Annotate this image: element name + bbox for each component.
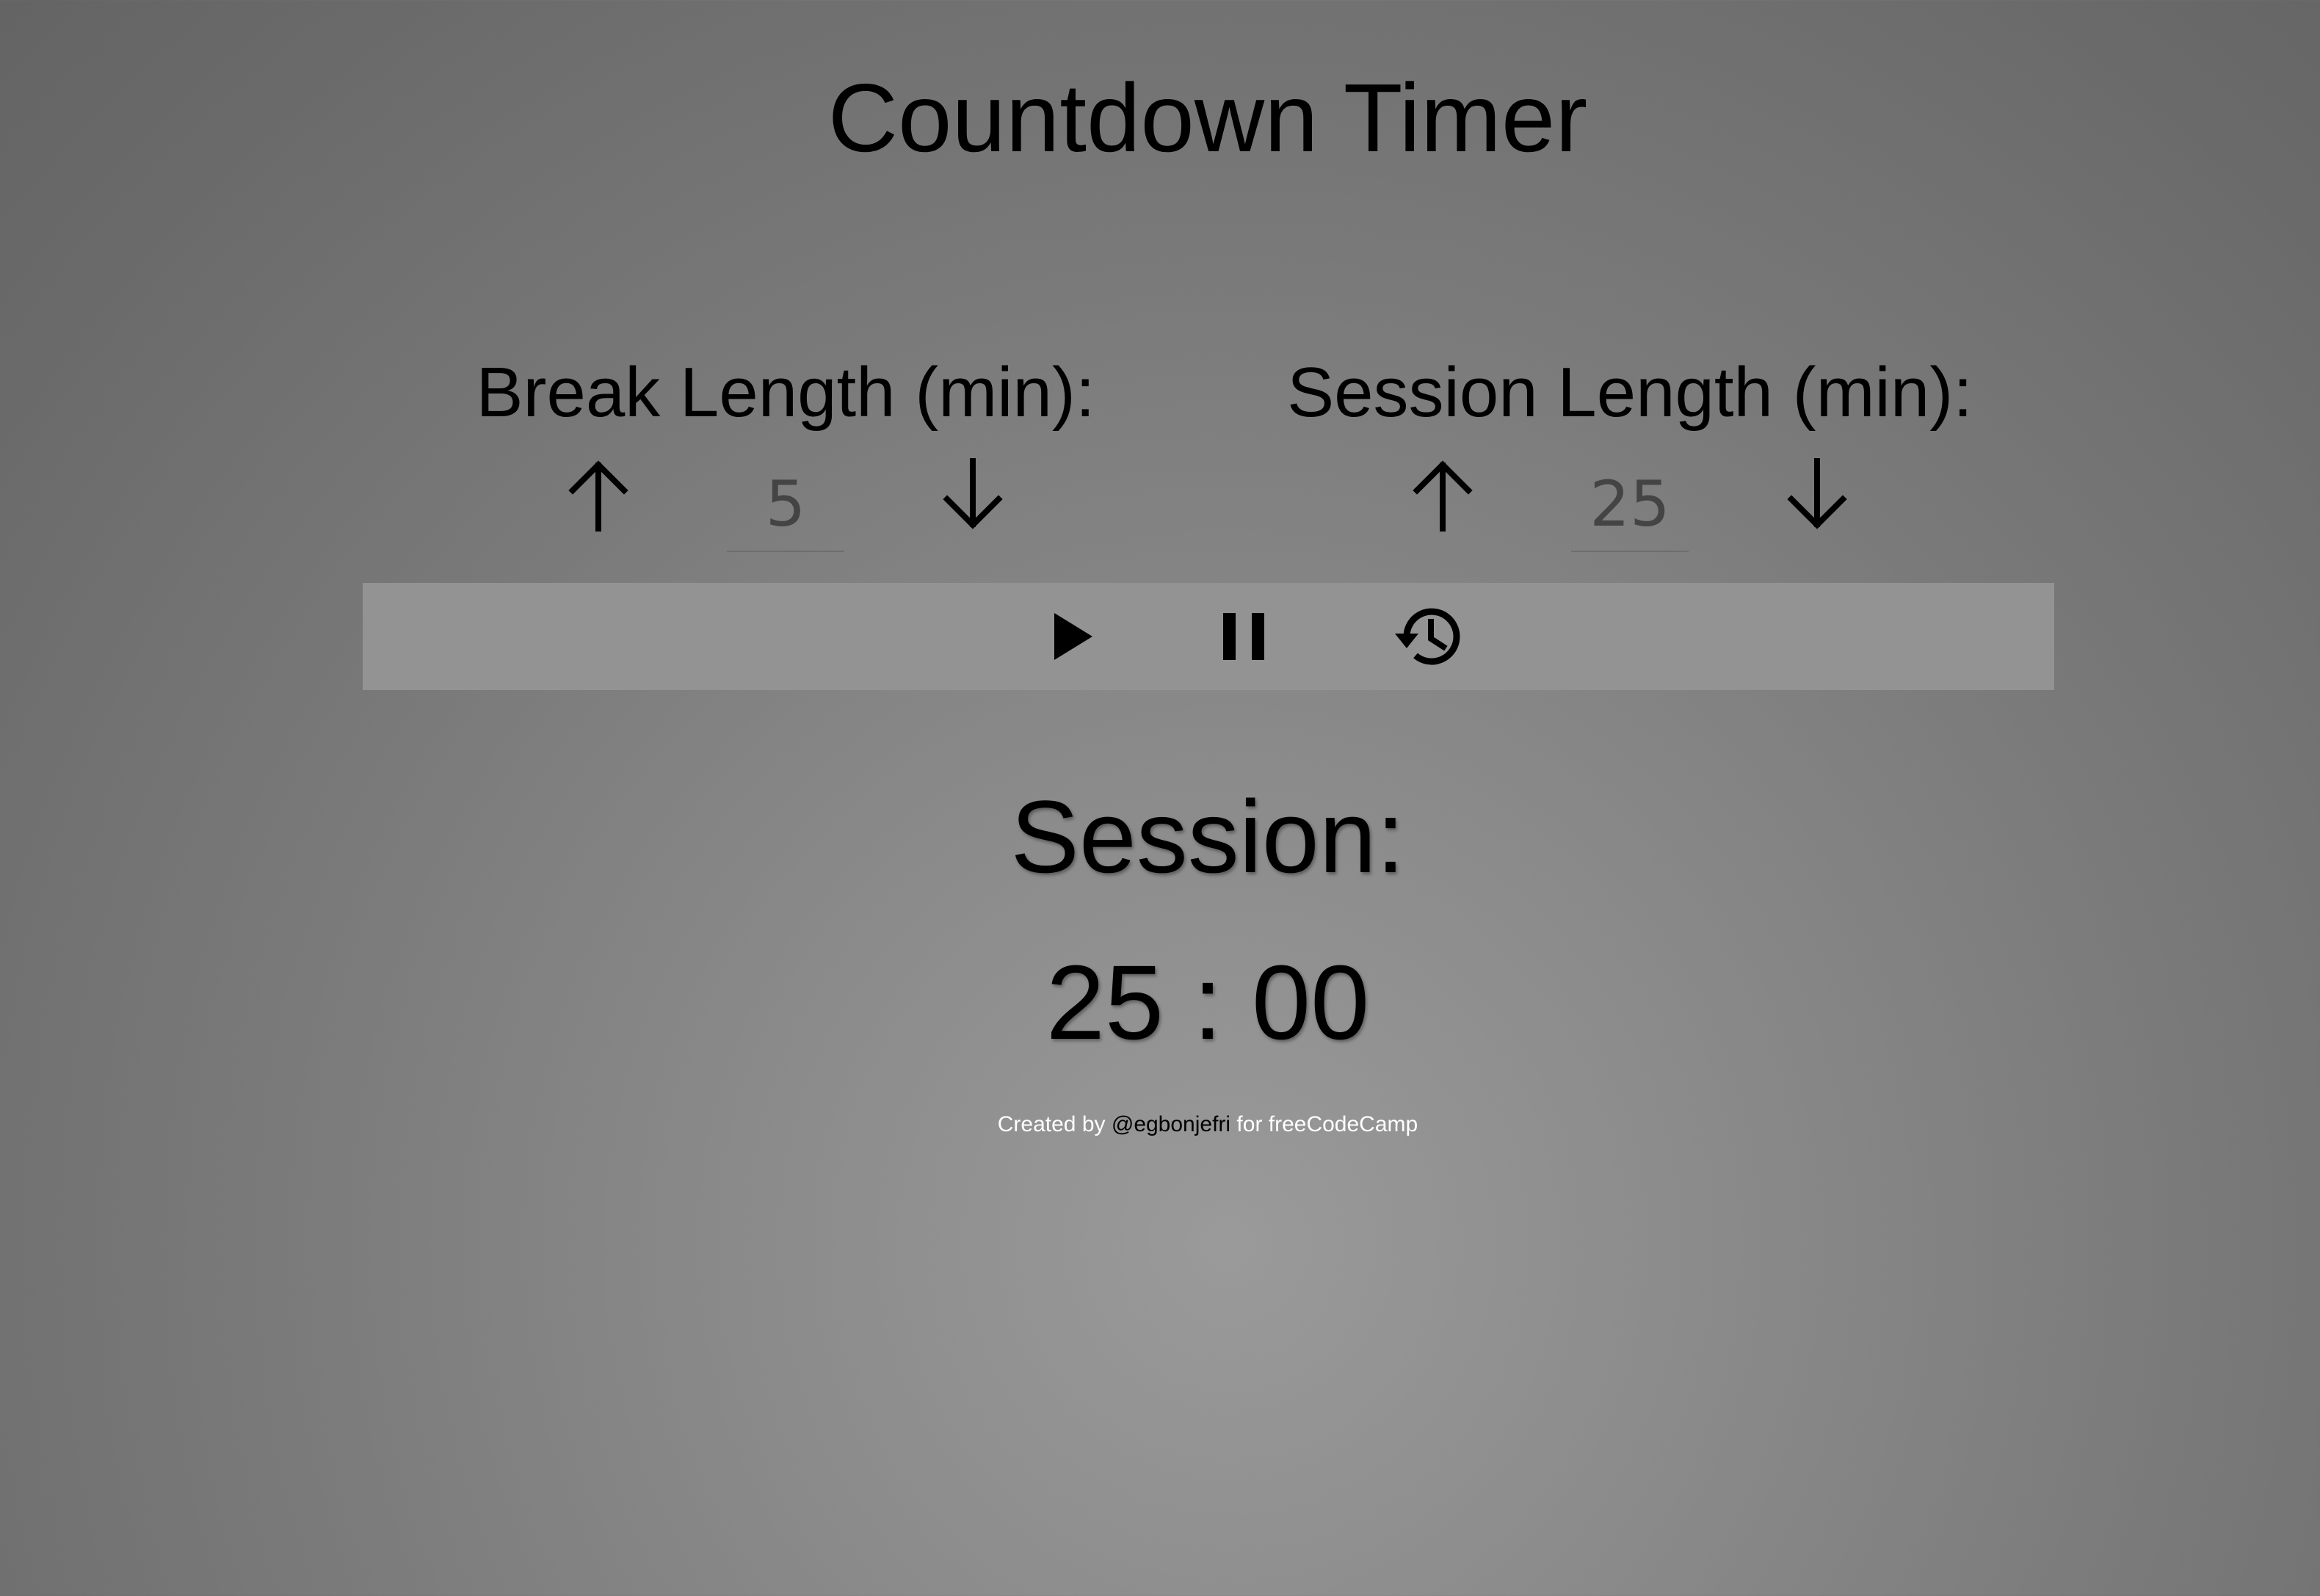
arrow-down-icon xyxy=(943,458,1003,529)
history-icon xyxy=(1395,608,1460,665)
arrow-up-icon xyxy=(568,460,628,532)
footer-suffix: for freeCodeCamp xyxy=(1236,1112,1418,1136)
session-length-control: Session Length (min): xyxy=(1263,352,1997,565)
pause-icon xyxy=(1223,613,1264,660)
timer-toolbar xyxy=(363,583,2054,690)
time-display: 25 : 00 xyxy=(1045,943,1370,1062)
break-length-control: Break Length (min): xyxy=(418,352,1153,565)
arrow-down-icon xyxy=(1787,458,1847,529)
break-increment-button[interactable] xyxy=(565,455,631,536)
page-title: Countdown Timer xyxy=(827,64,1588,172)
play-button[interactable] xyxy=(1034,600,1107,673)
timer-state-label: Session: xyxy=(1010,779,1405,894)
session-length-input[interactable] xyxy=(1571,458,1689,552)
author-link[interactable]: @egbonjefri xyxy=(1112,1112,1230,1136)
break-length-label: Break Length (min): xyxy=(476,353,1095,432)
session-length-label: Session Length (min): xyxy=(1287,353,1973,432)
break-length-input[interactable] xyxy=(727,458,844,552)
reset-button[interactable] xyxy=(1391,600,1464,673)
session-decrement-button[interactable] xyxy=(1784,455,1850,536)
footer: Created by @egbonjefri for freeCodeCamp xyxy=(0,1109,2320,1141)
pause-button[interactable] xyxy=(1207,600,1280,673)
footer-prefix: Created by xyxy=(997,1112,1106,1136)
session-length-row xyxy=(1263,455,1997,565)
play-icon xyxy=(1054,613,1092,660)
session-increment-button[interactable] xyxy=(1410,455,1476,536)
arrow-up-icon xyxy=(1413,460,1473,532)
break-decrement-button[interactable] xyxy=(940,455,1006,536)
break-length-row xyxy=(418,455,1153,565)
